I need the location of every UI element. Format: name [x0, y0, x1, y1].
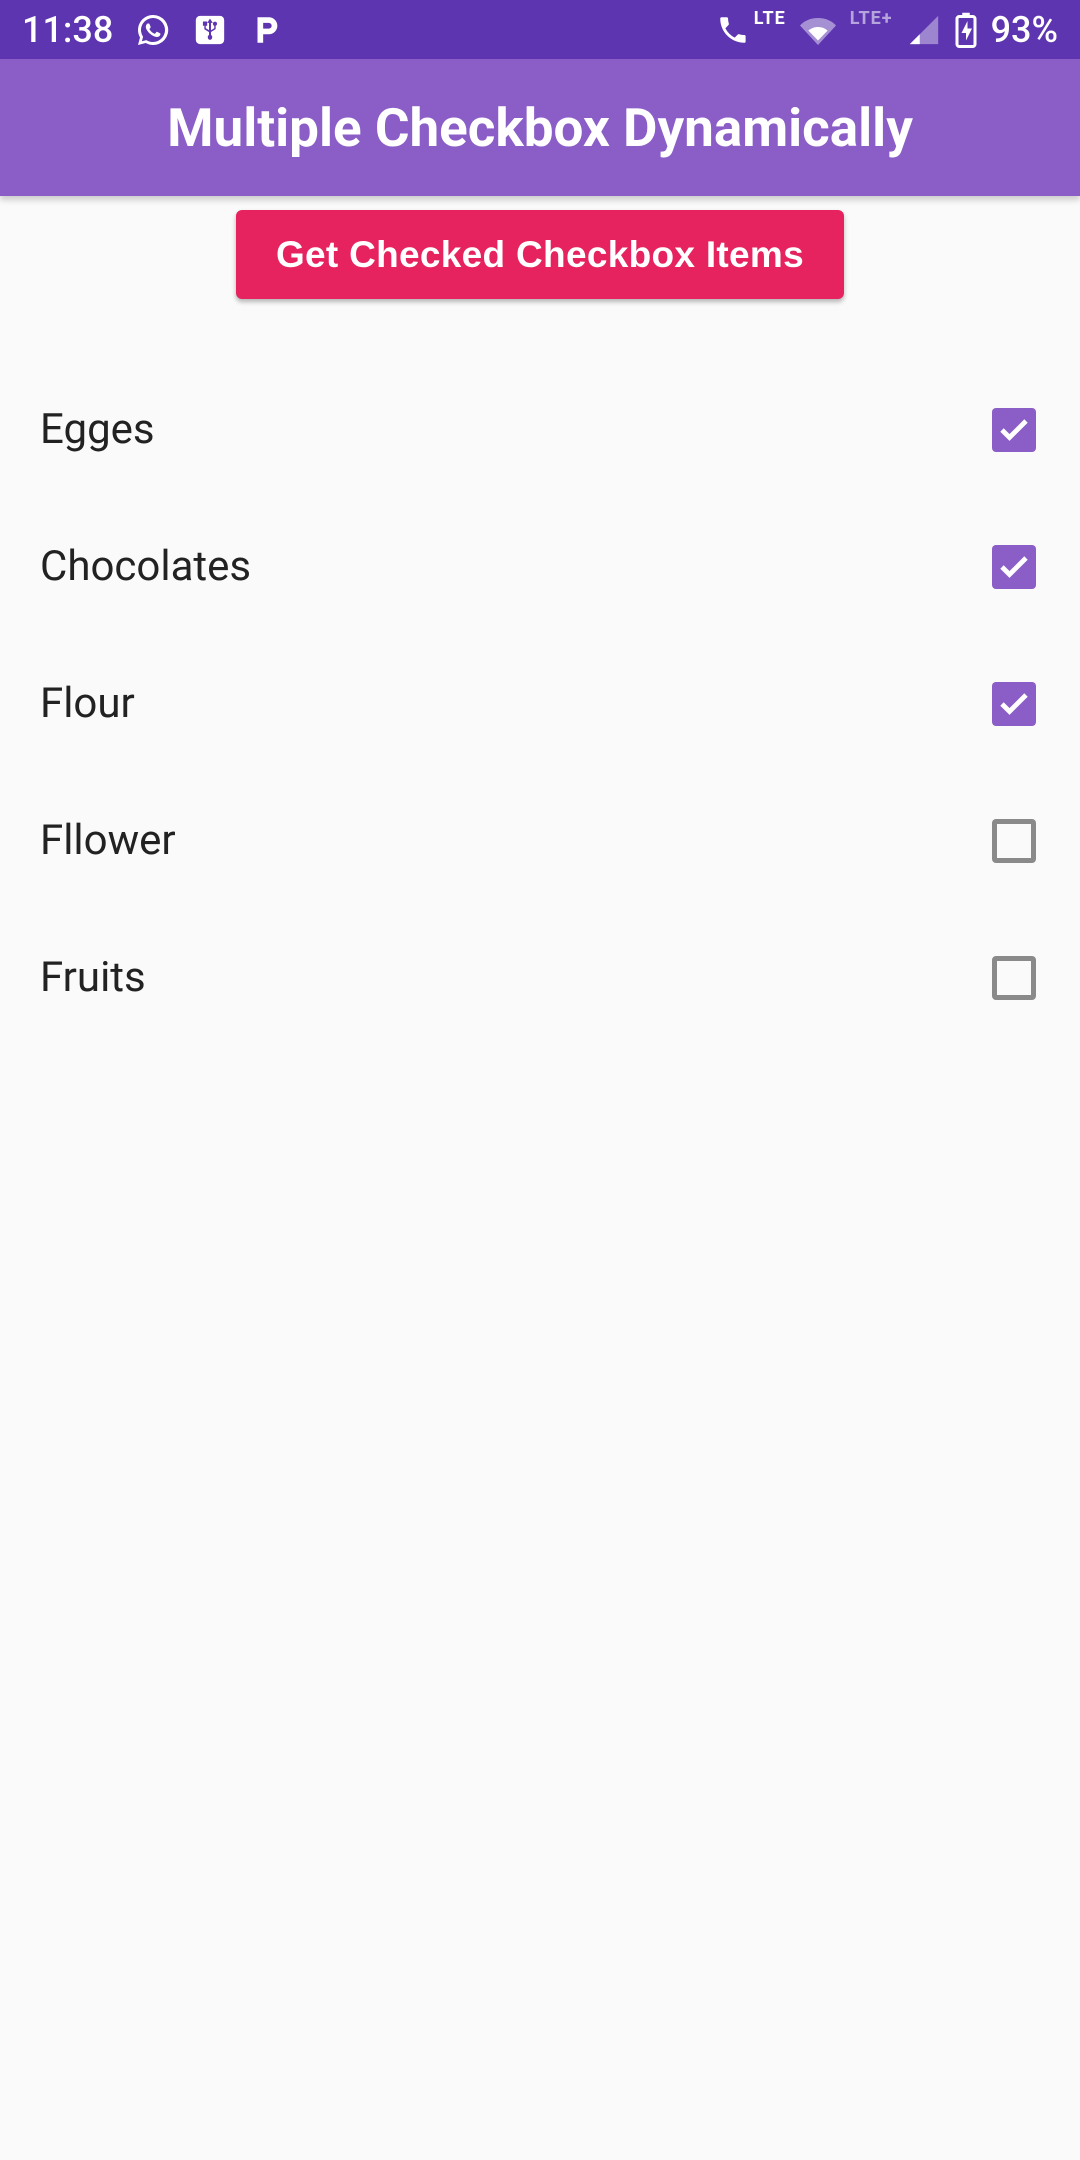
item-label: Chocolates: [40, 542, 251, 591]
app-bar: Multiple Checkbox Dynamically: [0, 59, 1080, 196]
item-label: Flour: [40, 679, 135, 728]
volte-icon: [716, 13, 750, 47]
checkbox-list: Egges Chocolates Flour: [40, 361, 1040, 1046]
usb-icon: [193, 13, 227, 47]
status-bar-right: LTE LTE+ 93%: [716, 9, 1058, 51]
list-item[interactable]: Fruits: [40, 909, 1040, 1046]
battery-charging-icon: [955, 12, 977, 48]
status-bar: 11:38 LTE LTE+ 93%: [0, 0, 1080, 59]
checkbox[interactable]: [992, 408, 1036, 452]
item-label: Fruits: [40, 953, 146, 1002]
battery-percent: 93%: [991, 9, 1058, 51]
wifi-icon: [800, 12, 836, 48]
status-bar-left: 11:38: [22, 9, 283, 51]
list-item[interactable]: Chocolates: [40, 498, 1040, 635]
checkbox[interactable]: [992, 682, 1036, 726]
checkbox[interactable]: [992, 545, 1036, 589]
get-checked-items-button[interactable]: Get Checked Checkbox Items: [236, 210, 844, 299]
lte-label-2: LTE+: [850, 8, 893, 29]
whatsapp-icon: [135, 12, 171, 48]
item-label: Fllower: [40, 816, 176, 865]
list-item[interactable]: Flour: [40, 635, 1040, 772]
signal-icon: [907, 13, 941, 47]
checkbox[interactable]: [992, 819, 1036, 863]
app-bar-title: Multiple Checkbox Dynamically: [167, 97, 913, 159]
pandora-icon: [249, 13, 283, 47]
status-time: 11:38: [22, 9, 113, 51]
content: Get Checked Checkbox Items Egges Chocola…: [0, 210, 1080, 1046]
lte-label-1: LTE: [754, 8, 786, 29]
list-item[interactable]: Egges: [40, 361, 1040, 498]
item-label: Egges: [40, 405, 155, 454]
checkbox[interactable]: [992, 956, 1036, 1000]
list-item[interactable]: Fllower: [40, 772, 1040, 909]
